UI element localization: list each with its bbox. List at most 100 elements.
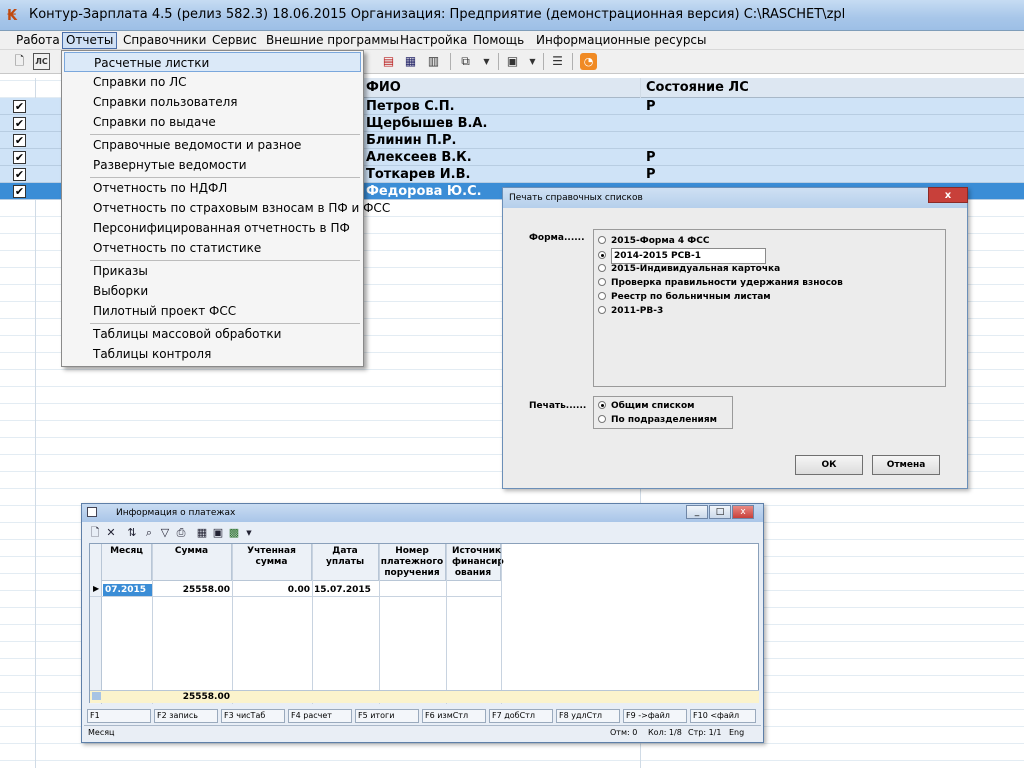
column-header-month[interactable]: Месяц: [102, 544, 152, 581]
cell-date[interactable]: 15.07.2015: [314, 584, 371, 596]
radio-icon: [598, 415, 606, 423]
menu-item-personified-reports[interactable]: Персонифицированная отчетность в ПФ: [64, 218, 361, 238]
column-header-counted[interactable]: Учтенная сумма: [232, 544, 312, 581]
row-name: Тоткарев И.В.: [366, 167, 471, 182]
menu-item-statistics-reports[interactable]: Отчетность по статистике: [64, 238, 361, 258]
column-header-sum[interactable]: Сумма: [152, 544, 232, 581]
dropdown-arrow-icon[interactable]: ▼: [478, 53, 495, 70]
row-indicator-column: [90, 544, 102, 704]
ls-icon[interactable]: ЛС: [33, 53, 50, 70]
form-option[interactable]: 2015-Форма 4 ФСС: [598, 234, 709, 248]
app-title-bar: ₭ Контур-Зарплата 4.5 (релиз 582.3) 18.0…: [0, 0, 1024, 31]
column-header-fio[interactable]: ФИО: [340, 78, 640, 98]
menu-item-detailed-sheets[interactable]: Развернутые ведомости: [64, 155, 361, 175]
close-button[interactable]: x: [928, 187, 968, 203]
fkey-f10[interactable]: F10 <файл: [690, 709, 756, 723]
menu-item-selections[interactable]: Выборки: [64, 281, 361, 301]
row-checkbox[interactable]: ✔: [13, 100, 26, 113]
copy-icon[interactable]: ⧉: [457, 53, 474, 70]
form-option[interactable]: Проверка правильности удержания взносов: [598, 276, 843, 290]
row-checkbox[interactable]: ✔: [13, 168, 26, 181]
minimize-button[interactable]: _: [686, 505, 708, 519]
excel-icon[interactable]: ▩: [227, 526, 241, 540]
filter-icon[interactable]: ▣: [504, 53, 521, 70]
fkey-f1[interactable]: F1: [87, 709, 151, 723]
menu-item-payout-certificates[interactable]: Справки по выдаче: [64, 112, 361, 132]
menu-item-ls-certificates[interactable]: Справки по ЛС: [64, 72, 361, 92]
form-option-label: Проверка правильности удержания взносов: [611, 278, 843, 288]
menu-item-reference-sheets[interactable]: Справочные ведомости и разное: [64, 135, 361, 155]
cell-sum[interactable]: 25558.00: [152, 584, 230, 596]
print-icon[interactable]: ⎙: [174, 526, 188, 540]
menu-reports[interactable]: Отчеты: [62, 32, 118, 49]
calc-icon[interactable]: ▦: [195, 526, 209, 540]
ok-button[interactable]: ОК: [795, 455, 863, 475]
menu-item-user-certificates[interactable]: Справки пользователя: [64, 92, 361, 112]
row-state: Р: [646, 99, 656, 114]
column-header-order-number[interactable]: Номер платежного поручения: [379, 544, 446, 581]
find-icon[interactable]: ⌕: [142, 526, 156, 540]
menu-item-bulk-tables[interactable]: Таблицы массовой обработки: [64, 324, 361, 344]
column-header-source[interactable]: Источник финансир ования: [446, 544, 504, 581]
cell-month[interactable]: 07.2015: [103, 584, 152, 596]
menu-item-insurance-reports[interactable]: Отчетность по страховым взносам в ПФ и Ф…: [64, 198, 390, 218]
row-checkbox[interactable]: ✔: [13, 117, 26, 130]
print-option[interactable]: По подразделениям: [598, 413, 717, 427]
filter-icon[interactable]: ▽: [158, 526, 172, 540]
dropdown-arrow-icon[interactable]: ▼: [242, 526, 256, 540]
menu-item-payslips[interactable]: Расчетные листки: [64, 52, 361, 72]
save-icon[interactable]: ▣: [211, 526, 225, 540]
menu-item-ndfl-reports[interactable]: Отчетность по НДФЛ: [64, 178, 361, 198]
fkey-f2[interactable]: F2 запись: [154, 709, 218, 723]
menu-service[interactable]: Сервис: [209, 32, 260, 49]
row-checkbox[interactable]: ✔: [13, 134, 26, 147]
delete-icon[interactable]: ✕: [104, 526, 118, 540]
menu-info-resources[interactable]: Информационные ресурсы: [533, 32, 710, 49]
print-options-box: Общим списком По подразделениям: [593, 396, 733, 429]
menu-work[interactable]: Работа: [13, 32, 63, 49]
rss-icon[interactable]: ◔: [580, 53, 597, 70]
sort-icon[interactable]: ⇅: [125, 526, 139, 540]
column-divider: [152, 544, 153, 704]
form-option-selected[interactable]: 2014-2015 РСВ-1: [598, 248, 766, 264]
menu-settings[interactable]: Настройка: [397, 32, 470, 49]
dropdown-arrow-icon[interactable]: ▼: [524, 53, 541, 70]
maximize-button[interactable]: □: [709, 505, 731, 519]
print-option-selected[interactable]: Общим списком: [598, 399, 695, 413]
new-doc-icon[interactable]: 🗋: [11, 53, 28, 70]
row-name: Алексеев В.К.: [366, 150, 472, 165]
print-icon[interactable]: ▤: [380, 53, 397, 70]
menu-item-control-tables[interactable]: Таблицы контроля: [64, 344, 361, 364]
cell-counted[interactable]: 0.00: [232, 584, 310, 596]
menu-external-programs[interactable]: Внешние программы: [263, 32, 402, 49]
print-option-label: По подразделениям: [611, 415, 717, 425]
form-option[interactable]: 2011-РВ-3: [598, 304, 663, 318]
fkey-f4[interactable]: F4 расчет: [288, 709, 352, 723]
table-icon[interactable]: ☰: [549, 53, 566, 70]
fkey-f9[interactable]: F9 ->файл: [623, 709, 687, 723]
column-header-date[interactable]: Дата уплаты: [312, 544, 379, 581]
row-checkbox[interactable]: ✔: [13, 185, 26, 198]
cancel-button[interactable]: Отмена: [872, 455, 940, 475]
fkey-f5[interactable]: F5 итоги: [355, 709, 419, 723]
menu-directories[interactable]: Справочники: [120, 32, 209, 49]
close-button[interactable]: x: [732, 505, 754, 519]
export-icon[interactable]: ▦: [402, 53, 419, 70]
row-name: Щербышев В.А.: [366, 116, 488, 131]
fkey-f3[interactable]: F3 чисТаб: [221, 709, 285, 723]
menu-item-orders[interactable]: Приказы: [64, 261, 361, 281]
menu-item-fss-pilot[interactable]: Пилотный проект ФСС: [64, 301, 361, 321]
list-icon[interactable]: ▥: [425, 53, 442, 70]
menu-help[interactable]: Помощь: [470, 32, 527, 49]
form-option[interactable]: Реестр по больничным листам: [598, 290, 771, 304]
column-divider: [379, 544, 380, 704]
fkey-f8[interactable]: F8 удлСтл: [556, 709, 620, 723]
column-header-state[interactable]: Состояние ЛС: [641, 78, 1024, 98]
print-label: Печать......: [529, 401, 587, 411]
form-option[interactable]: 2015-Индивидуальная карточка: [598, 262, 780, 276]
print-option-label: Общим списком: [611, 401, 695, 411]
row-checkbox[interactable]: ✔: [13, 151, 26, 164]
new-record-icon[interactable]: 🗋: [88, 526, 102, 540]
fkey-f6[interactable]: F6 измСтл: [422, 709, 486, 723]
fkey-f7[interactable]: F7 добСтл: [489, 709, 553, 723]
